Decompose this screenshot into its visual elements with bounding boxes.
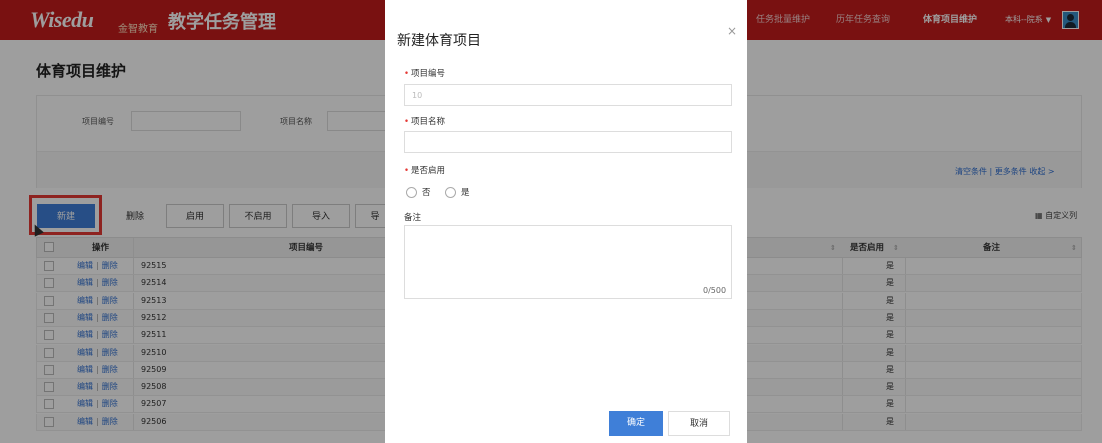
required-mark: • — [404, 117, 410, 127]
code-label: • 项目编号 — [404, 67, 445, 79]
radio-yes-label: 是 — [461, 188, 470, 198]
cancel-button[interactable]: 取消 — [668, 411, 730, 436]
name-label: • 项目名称 — [404, 115, 445, 127]
radio-yes[interactable] — [445, 187, 456, 198]
required-mark: • — [404, 166, 410, 176]
remark-textarea[interactable] — [404, 225, 732, 299]
name-label-text: 项目名称 — [411, 117, 446, 127]
code-input[interactable] — [404, 84, 732, 106]
close-icon[interactable]: × — [727, 24, 737, 38]
enabled-label: • 是否启用 — [404, 164, 445, 176]
remark-label: 备注 — [404, 213, 422, 223]
new-sports-modal: 新建体育项目 × •项目编号 •项目名称 •是否启用 否 是 备注 0/500 … — [385, 0, 747, 443]
modal-title: 新建体育项目 — [397, 33, 481, 49]
radio-no-label: 否 — [422, 188, 431, 198]
name-input[interactable] — [404, 131, 732, 153]
required-mark: • — [404, 69, 410, 79]
enabled-label-text: 是否启用 — [411, 166, 446, 176]
remark-counter: 0/500 — [703, 286, 727, 295]
confirm-button[interactable]: 确定 — [609, 411, 663, 436]
radio-no[interactable] — [406, 187, 417, 198]
code-label-text: 项目编号 — [411, 69, 446, 79]
